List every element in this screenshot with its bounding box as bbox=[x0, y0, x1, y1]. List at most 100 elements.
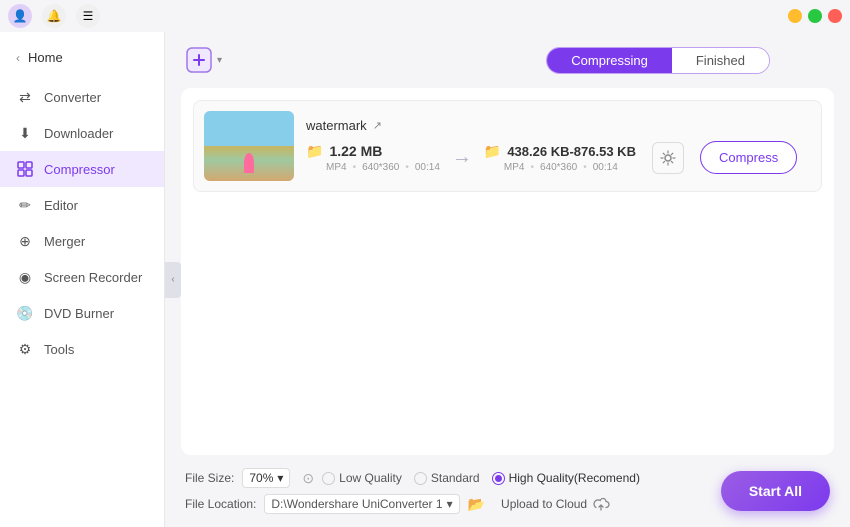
tools-icon: ⚙ bbox=[16, 340, 34, 358]
add-dropdown-icon: ▾ bbox=[217, 55, 222, 66]
compressed-format: MP4 bbox=[504, 162, 525, 173]
sidebar-label-tools: Tools bbox=[44, 342, 74, 357]
converter-icon: ⇄ bbox=[16, 88, 34, 106]
file-thumbnail bbox=[204, 111, 294, 181]
close-button[interactable]: ✕ bbox=[828, 9, 842, 23]
quality-low-label: Low Quality bbox=[339, 471, 402, 485]
title-bar-icons: 👤 🔔 ☰ bbox=[8, 4, 100, 28]
original-resolution: 640*360 bbox=[362, 162, 399, 173]
sidebar-item-downloader[interactable]: ⬇ Downloader bbox=[0, 115, 164, 151]
add-file-button[interactable]: ▾ bbox=[185, 46, 222, 74]
sidebar-label-editor: Editor bbox=[44, 198, 78, 213]
file-location-path[interactable]: D:\Wondershare UniConverter 1 ▾ bbox=[264, 494, 459, 514]
app-body: ‹ Home ⇄ Converter ⬇ Downloader bbox=[0, 32, 850, 527]
location-path-text: D:\Wondershare UniConverter 1 bbox=[271, 497, 442, 511]
quality-standard[interactable]: Standard bbox=[414, 471, 480, 485]
bell-icon[interactable]: 🔔 bbox=[42, 4, 66, 28]
thumbnail-image bbox=[204, 111, 294, 181]
tab-finished[interactable]: Finished bbox=[672, 48, 769, 73]
dot-4: • bbox=[583, 162, 587, 173]
sidebar-label-compressor: Compressor bbox=[44, 162, 115, 177]
file-location-label: File Location: bbox=[185, 497, 256, 511]
arrow-right-icon: → bbox=[452, 146, 472, 169]
original-duration: 00:14 bbox=[415, 162, 440, 173]
radio-high-fill bbox=[495, 475, 502, 482]
compressor-icon bbox=[16, 160, 34, 178]
merger-icon: ⊕ bbox=[16, 232, 34, 250]
user-icon[interactable]: 👤 bbox=[8, 4, 32, 28]
upload-cloud-label: Upload to Cloud bbox=[501, 497, 587, 511]
file-list-area: watermark ↗ 📁 1.22 MB MP4 • bbox=[181, 88, 834, 455]
compressed-size-main: 📁 438.26 KB-876.53 KB bbox=[484, 143, 636, 160]
quality-high[interactable]: High Quality(Recomend) bbox=[492, 471, 640, 485]
dot-1: • bbox=[353, 162, 357, 173]
folder-open-icon: 📁 bbox=[306, 143, 323, 160]
quality-icon: ⊙ bbox=[302, 470, 314, 487]
original-size-details: MP4 • 640*360 • 00:14 bbox=[306, 162, 440, 173]
sidebar-item-tools[interactable]: ⚙ Tools bbox=[0, 331, 164, 367]
original-size-block: 📁 1.22 MB MP4 • 640*360 • 00:14 bbox=[306, 143, 440, 173]
quality-low[interactable]: Low Quality bbox=[322, 471, 402, 485]
dot-2: • bbox=[405, 162, 409, 173]
dot-3: • bbox=[530, 162, 534, 173]
compressed-duration: 00:14 bbox=[593, 162, 618, 173]
compressed-resolution: 640*360 bbox=[540, 162, 577, 173]
top-bar: ▾ Compressing Finished bbox=[165, 32, 850, 88]
maximize-button[interactable]: □ bbox=[808, 9, 822, 23]
file-name-row: watermark ↗ bbox=[306, 118, 811, 133]
menu-icon[interactable]: ☰ bbox=[76, 4, 100, 28]
sidebar-item-merger[interactable]: ⊕ Merger bbox=[0, 223, 164, 259]
sidebar-item-screen-recorder[interactable]: ◉ Screen Recorder bbox=[0, 259, 164, 295]
sidebar: ‹ Home ⇄ Converter ⬇ Downloader bbox=[0, 32, 165, 527]
sidebar-label-screen-recorder: Screen Recorder bbox=[44, 270, 142, 285]
file-size-select[interactable]: 70% ▾ bbox=[242, 468, 290, 488]
compress-settings-button[interactable] bbox=[652, 142, 684, 174]
size-dropdown-icon: ▾ bbox=[277, 471, 283, 485]
sidebar-nav: ⇄ Converter ⬇ Downloader Compressor bbox=[0, 75, 164, 527]
compressed-size-value: 438.26 KB-876.53 KB bbox=[507, 144, 636, 159]
file-size-value: 70% bbox=[249, 471, 273, 485]
external-link-icon[interactable]: ↗ bbox=[373, 119, 382, 132]
file-card: watermark ↗ 📁 1.22 MB MP4 • bbox=[193, 100, 822, 192]
file-size-label: File Size: bbox=[185, 471, 234, 485]
tab-compressing[interactable]: Compressing bbox=[547, 48, 672, 73]
file-sizes: 📁 1.22 MB MP4 • 640*360 • 00:14 bbox=[306, 141, 811, 174]
thumbnail-person bbox=[244, 153, 254, 173]
title-bar: 👤 🔔 ☰ − □ ✕ bbox=[0, 0, 850, 32]
compress-button[interactable]: Compress bbox=[700, 141, 797, 174]
sidebar-item-compressor[interactable]: Compressor bbox=[0, 151, 164, 187]
sidebar-item-converter[interactable]: ⇄ Converter bbox=[0, 79, 164, 115]
minimize-button[interactable]: − bbox=[788, 9, 802, 23]
folder-closed-icon: 📁 bbox=[484, 143, 501, 160]
quality-standard-label: Standard bbox=[431, 471, 480, 485]
back-arrow-icon: ‹ bbox=[16, 51, 20, 65]
sidebar-label-dvd-burner: DVD Burner bbox=[44, 306, 114, 321]
radio-low[interactable] bbox=[322, 472, 335, 485]
sidebar-item-editor[interactable]: ✏ Editor bbox=[0, 187, 164, 223]
editor-icon: ✏ bbox=[16, 196, 34, 214]
open-folder-icon[interactable]: 📂 bbox=[468, 496, 485, 513]
upload-cloud-icon bbox=[592, 497, 610, 511]
upload-cloud-button[interactable]: Upload to Cloud bbox=[501, 497, 610, 511]
tab-group: Compressing Finished bbox=[546, 47, 770, 74]
compressed-size-details: MP4 • 640*360 • 00:14 bbox=[484, 162, 636, 173]
original-size-value: 1.22 MB bbox=[329, 143, 382, 159]
screen-recorder-icon: ◉ bbox=[16, 268, 34, 286]
radio-standard[interactable] bbox=[414, 472, 427, 485]
original-size-main: 📁 1.22 MB bbox=[306, 143, 440, 160]
main-content: ▾ Compressing Finished watermark bbox=[165, 32, 850, 527]
sidebar-home[interactable]: ‹ Home bbox=[0, 40, 164, 75]
sidebar-label-downloader: Downloader bbox=[44, 126, 113, 141]
start-all-button[interactable]: Start All bbox=[721, 471, 830, 511]
home-label: Home bbox=[28, 50, 63, 65]
sidebar-label-converter: Converter bbox=[44, 90, 101, 105]
quality-options: Low Quality Standard High Quality(Recome… bbox=[322, 471, 640, 485]
sidebar-collapse-button[interactable]: ‹ bbox=[165, 262, 181, 298]
sidebar-item-dvd-burner[interactable]: 💿 DVD Burner bbox=[0, 295, 164, 331]
sidebar-label-merger: Merger bbox=[44, 234, 85, 249]
file-name: watermark bbox=[306, 118, 367, 133]
radio-high[interactable] bbox=[492, 472, 505, 485]
downloader-icon: ⬇ bbox=[16, 124, 34, 142]
dvd-burner-icon: 💿 bbox=[16, 304, 34, 322]
quality-high-label: High Quality(Recomend) bbox=[509, 471, 640, 485]
